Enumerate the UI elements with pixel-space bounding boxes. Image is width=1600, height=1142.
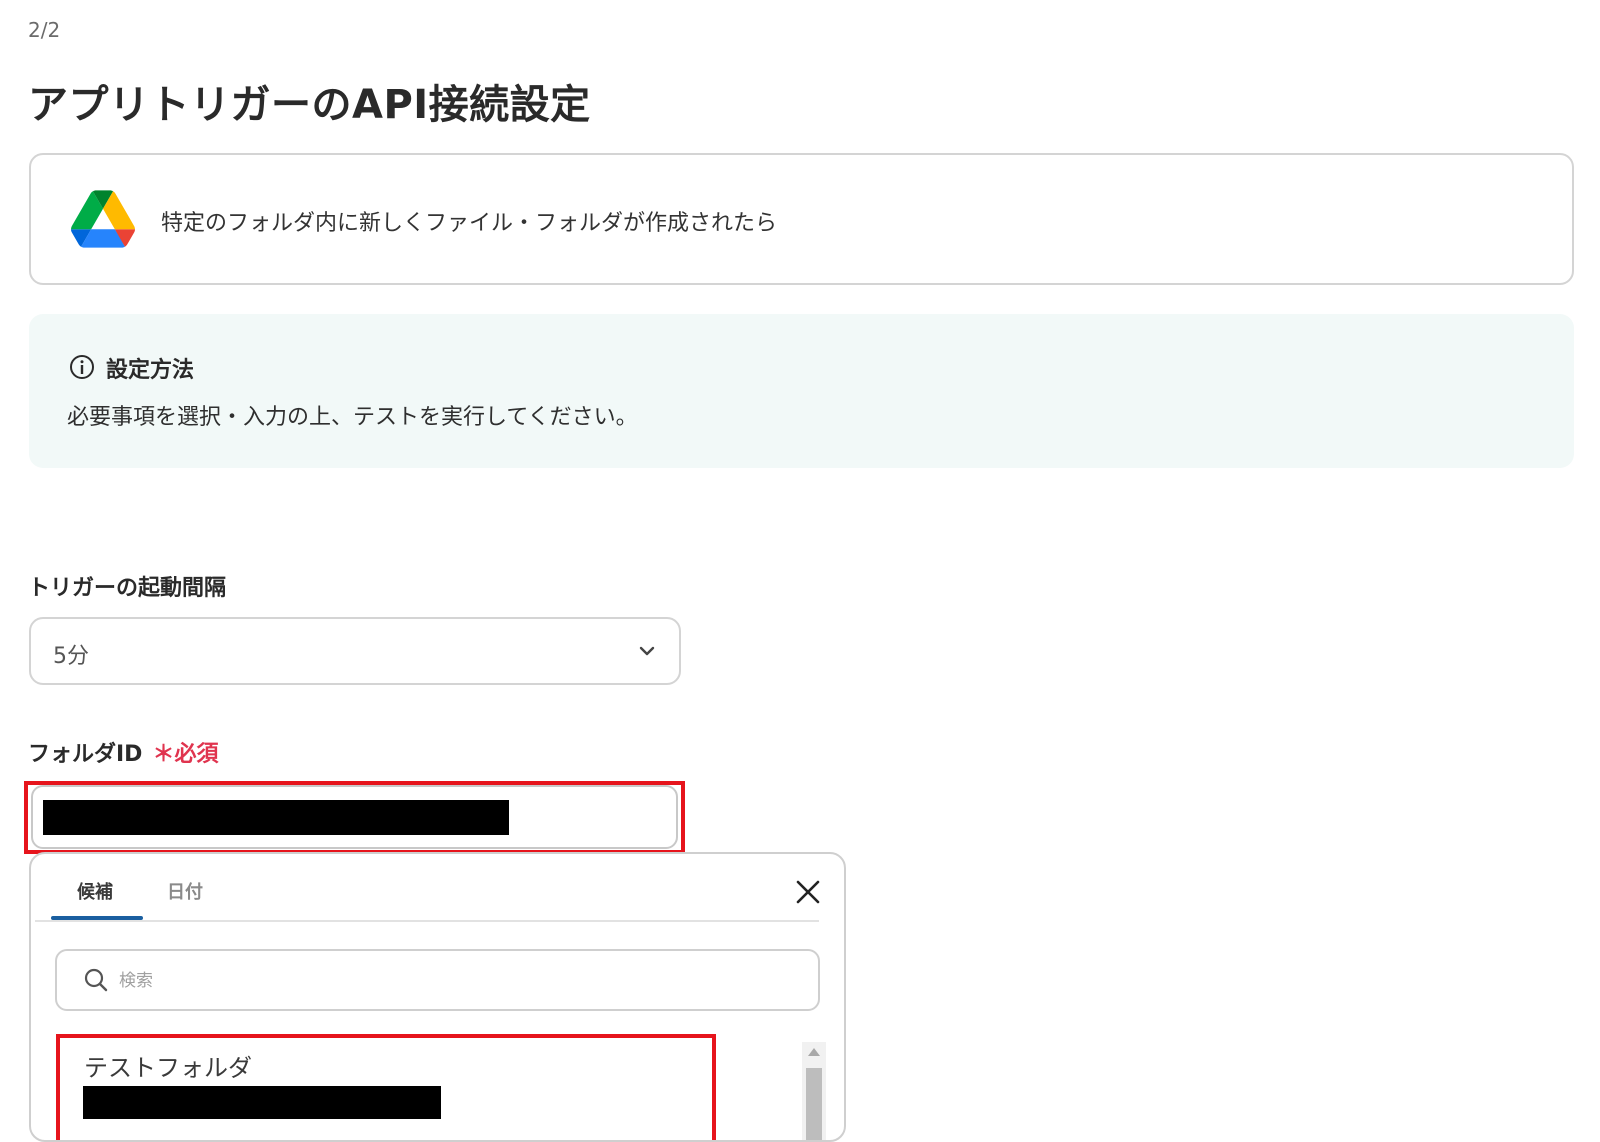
interval-label: トリガーの起動間隔 bbox=[28, 576, 227, 601]
tab-candidates[interactable]: 候補 bbox=[77, 878, 113, 904]
info-title: 設定方法 bbox=[106, 358, 195, 383]
step-indicator: 2/2 bbox=[28, 18, 61, 42]
trigger-description: 特定のフォルダ内に新しくファイル・フォルダが作成されたら bbox=[161, 211, 778, 236]
close-icon[interactable] bbox=[795, 879, 821, 905]
candidates-popover: 候補 日付 テストフォルダ bbox=[29, 852, 846, 1142]
scrollbar-thumb[interactable] bbox=[806, 1068, 822, 1140]
folder-id-input[interactable] bbox=[31, 785, 678, 849]
trigger-card: 特定のフォルダ内に新しくファイル・フォルダが作成されたら bbox=[29, 153, 1574, 285]
search-input[interactable] bbox=[117, 963, 801, 999]
list-item[interactable]: テストフォルダ bbox=[84, 1048, 252, 1083]
tab-divider bbox=[35, 920, 819, 922]
required-badge: ＊必須 bbox=[152, 742, 219, 767]
scrollbar[interactable] bbox=[802, 1042, 826, 1140]
page-title: アプリトリガーのAPI接続設定 bbox=[28, 82, 591, 128]
info-box: 設定方法 必要事項を選択・入力の上、テストを実行してください。 bbox=[29, 314, 1574, 468]
interval-select[interactable]: 5分 bbox=[29, 617, 681, 685]
tab-date[interactable]: 日付 bbox=[167, 878, 203, 904]
google-drive-icon bbox=[71, 190, 135, 248]
folder-id-label: フォルダID ＊必須 bbox=[28, 736, 218, 768]
search-box bbox=[55, 949, 820, 1011]
redacted-value bbox=[43, 800, 509, 835]
scroll-up-arrow-icon[interactable] bbox=[808, 1048, 820, 1056]
search-icon bbox=[84, 968, 108, 992]
folder-id-label-text: フォルダID bbox=[28, 742, 143, 767]
chevron-down-icon bbox=[639, 646, 655, 656]
interval-select-value: 5分 bbox=[53, 644, 89, 669]
info-icon bbox=[70, 355, 94, 379]
info-description: 必要事項を選択・入力の上、テストを実行してください。 bbox=[67, 405, 638, 430]
redacted-item-id bbox=[83, 1086, 441, 1119]
